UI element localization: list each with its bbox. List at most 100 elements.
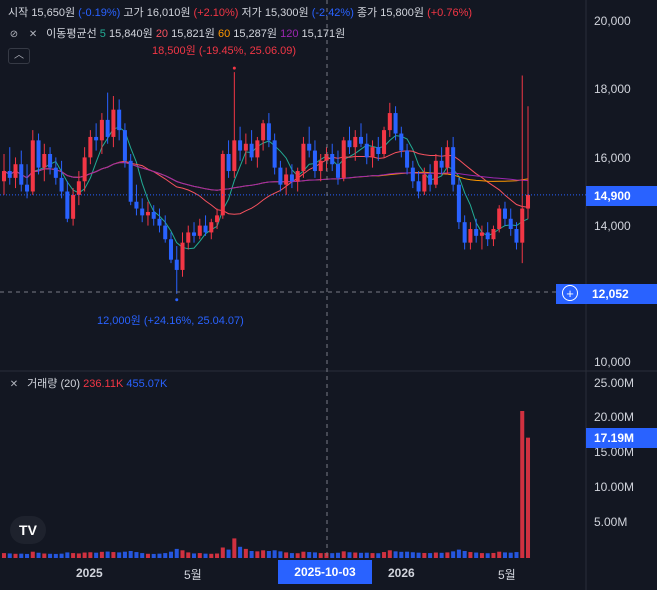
volume-bar	[174, 548, 179, 558]
volume-bar	[128, 551, 133, 558]
candle-body	[468, 229, 473, 243]
close-icon[interactable]: ✕	[8, 379, 20, 391]
crosshair-overlay	[0, 0, 586, 560]
volume-bar	[514, 552, 519, 558]
volume-bar	[192, 553, 197, 558]
volume-bar	[497, 551, 502, 558]
candle-body	[307, 143, 312, 151]
candle-body	[399, 133, 404, 151]
volume-bar	[295, 553, 300, 558]
volume-legend: ✕ 거래량 (20) 236.11K 455.07K	[8, 377, 168, 391]
candle-body	[7, 171, 12, 178]
candle-body	[243, 143, 248, 151]
candle-body	[312, 150, 317, 172]
volume-bar	[284, 552, 289, 558]
candle-body	[514, 229, 519, 243]
volume-bar	[278, 551, 283, 558]
ma120-value: 15,171원	[301, 28, 346, 40]
volume-bar	[335, 552, 340, 558]
candle-body	[215, 215, 220, 223]
volume-bar	[312, 552, 317, 558]
candle-body	[134, 201, 139, 209]
candle-body	[324, 153, 329, 161]
close-icon[interactable]: ✕	[27, 29, 39, 41]
collapse-chevron-icon[interactable]: ︿	[8, 48, 30, 64]
volume-bar	[456, 549, 461, 558]
volume-bar	[520, 411, 525, 558]
ma60-period: 60	[217, 28, 231, 40]
volume-bar	[220, 547, 225, 558]
x-tick: 2025	[76, 566, 103, 580]
candle-body	[261, 123, 266, 141]
candle-body	[145, 211, 150, 216]
volume-bar	[59, 553, 64, 558]
volume-bar	[197, 553, 202, 558]
volume-bar	[462, 551, 467, 558]
candle-body	[140, 208, 145, 216]
volume-bar	[301, 551, 306, 558]
eye-off-icon[interactable]: ⊘	[8, 29, 20, 41]
candle-body	[474, 229, 479, 236]
volume-bar	[82, 552, 87, 558]
candle-body	[295, 171, 300, 182]
close-value: 15,800원	[380, 7, 425, 19]
volume-bar	[525, 437, 531, 558]
volume-bar	[445, 552, 450, 558]
volume-bar	[71, 553, 76, 558]
volume-bar	[25, 553, 30, 558]
tradingview-logo-icon[interactable]: TV	[10, 516, 46, 544]
volume-bar	[382, 552, 387, 558]
candle-body	[289, 174, 294, 182]
volume-legend-label: 거래량 (20)	[27, 378, 81, 390]
x-tick: 5월	[498, 568, 516, 582]
candle-body	[301, 143, 306, 172]
candle-body	[1, 171, 7, 182]
candle-body	[422, 174, 427, 192]
candle-body	[382, 130, 387, 154]
volume-bar	[399, 551, 404, 558]
candle-body	[347, 140, 352, 148]
high-marker	[232, 66, 236, 70]
crosshair-date-tag: 2025-10-03	[278, 560, 372, 584]
candle-body	[99, 119, 104, 141]
volume-bar	[232, 538, 237, 558]
ma-legend[interactable]: ⊘ ✕ 이동평균선 5 15,840원 20 15,821원 60 15,287…	[8, 27, 345, 41]
candle-body	[433, 160, 438, 185]
ma5-value: 15,840원	[108, 28, 153, 40]
volume-value-2: 455.07K	[126, 378, 168, 390]
ma-legend-label: 이동평균선	[46, 28, 97, 40]
volume-bar	[318, 553, 323, 558]
volume-bar	[491, 552, 496, 558]
candle-body	[393, 113, 398, 134]
add-alert-plus-icon[interactable]: +	[562, 285, 578, 301]
candle-body	[255, 140, 260, 158]
candle-body	[53, 167, 58, 178]
open-change: (-0.19%)	[78, 7, 121, 19]
candle-body	[358, 136, 364, 144]
volume-bar	[341, 551, 346, 558]
volume-bar	[117, 552, 122, 558]
candle-body	[76, 181, 81, 195]
candle-body	[428, 174, 433, 185]
ma5-line	[3, 126, 529, 250]
candle-body	[508, 218, 513, 230]
volume-bar	[330, 553, 335, 558]
volume-bar	[163, 553, 168, 558]
candle-body	[479, 232, 484, 236]
low-label: 저가	[241, 7, 262, 19]
candle-body	[163, 225, 168, 240]
volume-bar	[353, 552, 358, 558]
candle-body	[284, 174, 289, 185]
volume-bar	[433, 552, 438, 558]
candle-body	[186, 232, 191, 243]
volume-bar	[111, 552, 116, 558]
volume-bar	[289, 553, 294, 558]
candle-body	[174, 259, 179, 270]
volume-bar	[168, 551, 174, 558]
volume-bar	[422, 552, 427, 558]
candle-body	[30, 140, 35, 192]
volume-bar	[48, 553, 53, 558]
volume-bar	[13, 553, 18, 558]
volume-bar	[502, 552, 507, 558]
volume-bar	[364, 552, 369, 558]
